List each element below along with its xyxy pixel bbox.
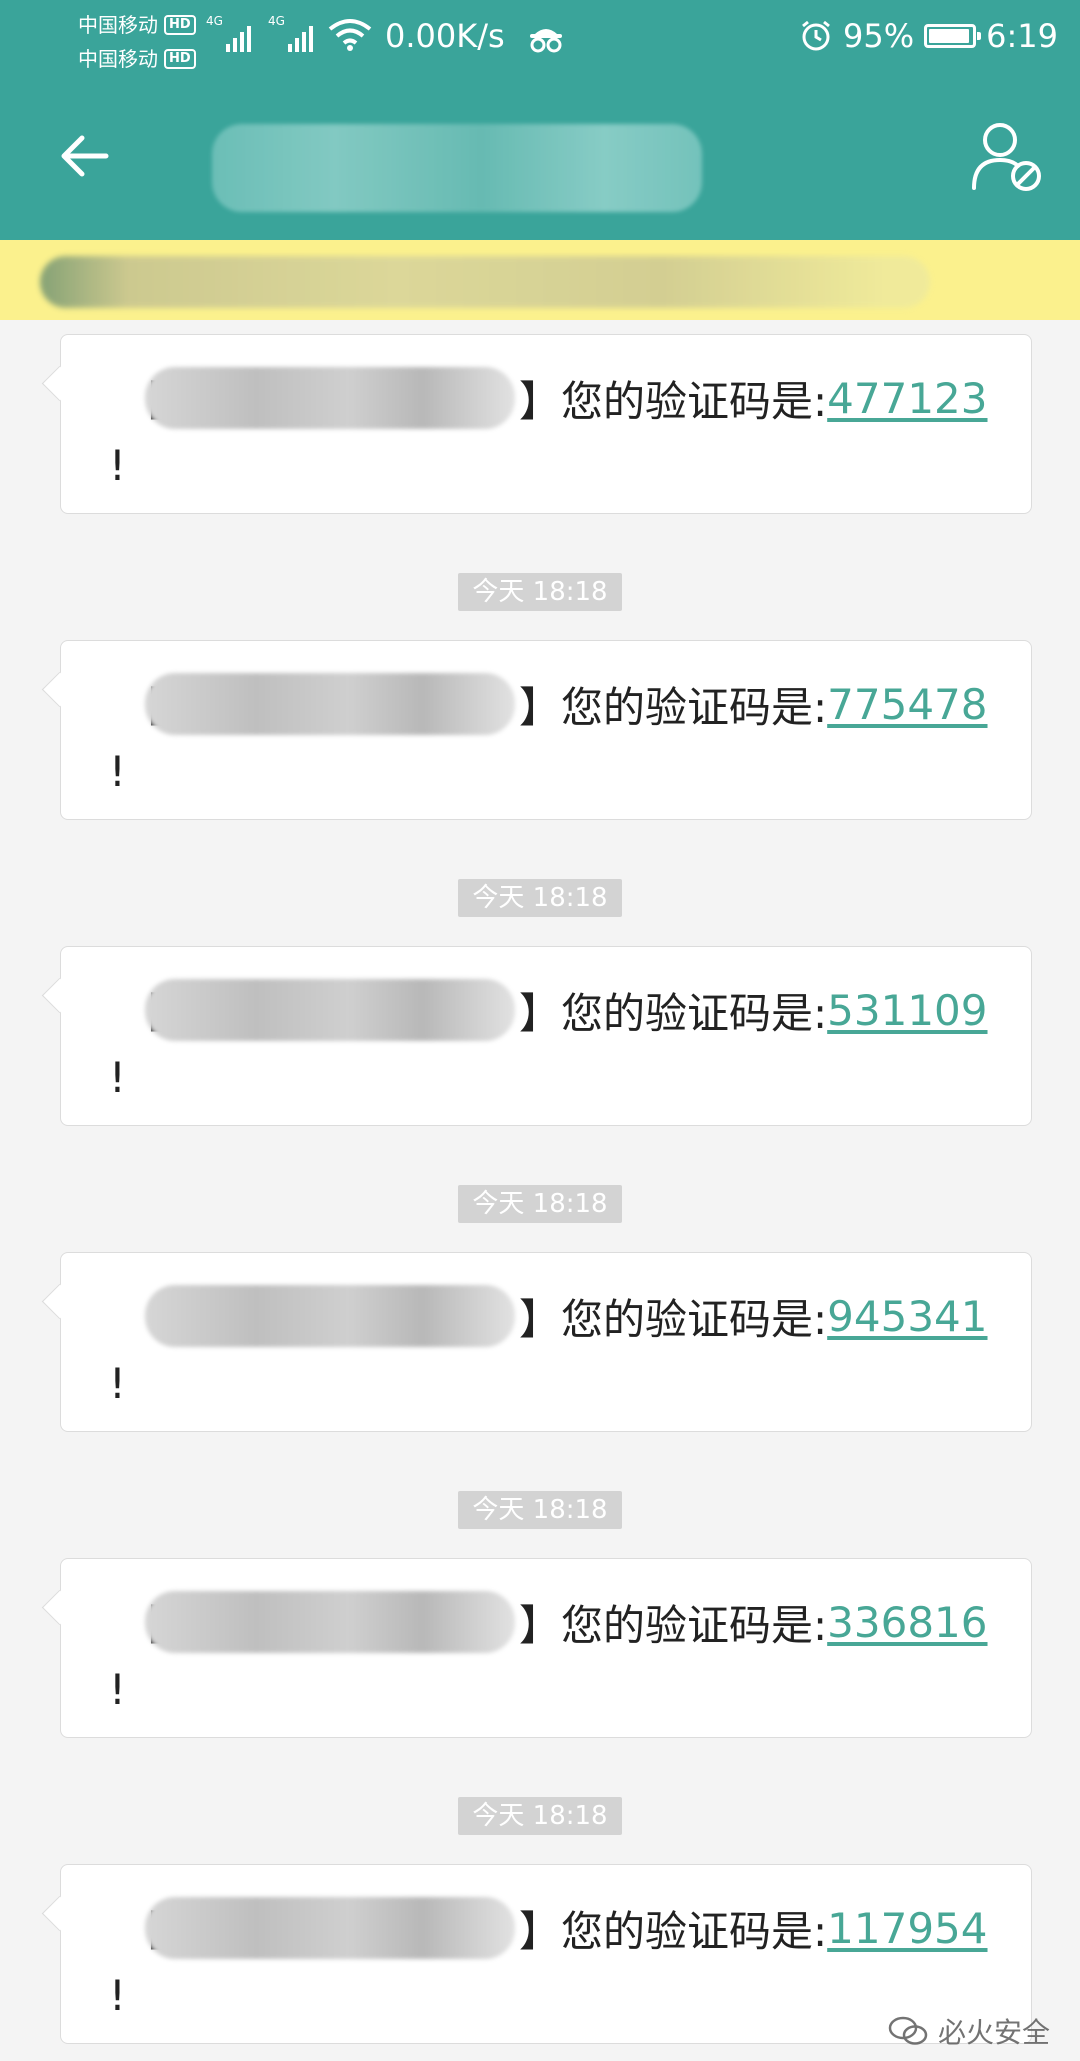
message-text: 【】您的验证码是: 117954 <box>123 1897 988 1959</box>
conversation-title-redacted <box>212 124 702 212</box>
message-bubble[interactable]: 【】您的验证码是: 336816 ! <box>60 1558 1032 1738</box>
message-end: ! <box>109 1971 126 2020</box>
message-bubble[interactable]: 【】您的验证码是: 477123 ! <box>60 334 1032 514</box>
carrier-2: 中国移动 <box>78 47 158 71</box>
message-bubble[interactable]: 【】您的验证码是: 117954 ! <box>60 1864 1032 2044</box>
sender-redacted <box>145 673 515 735</box>
wifi-icon <box>328 19 372 51</box>
message-text: 【】您的验证码是: 775478 <box>123 673 988 735</box>
hd-badge: HD <box>164 15 196 35</box>
wechat-icon <box>888 2016 928 2045</box>
message-text: 】您的验证码是: 945341 <box>123 1285 988 1347</box>
message-bubble[interactable]: 】您的验证码是: 945341 ! <box>60 1252 1032 1432</box>
status-right: 95% 6:19 <box>799 14 1058 58</box>
message-end: ! <box>109 441 126 490</box>
notice-banner[interactable] <box>0 240 1080 320</box>
clock: 6:19 <box>986 17 1058 55</box>
timestamp: 今天 18:18 <box>458 1491 622 1529</box>
message-text: 【】您的验证码是: 336816 <box>123 1591 988 1653</box>
sender-redacted <box>145 979 515 1041</box>
verification-code-link[interactable]: 775478 <box>827 680 987 729</box>
timestamp: 今天 18:18 <box>458 879 622 917</box>
message-bubble[interactable]: 【】您的验证码是: 531109 ! <box>60 946 1032 1126</box>
network-speed: 0.00K/s <box>385 17 505 55</box>
verification-code-link[interactable]: 945341 <box>827 1292 987 1341</box>
timestamp: 今天 18:18 <box>458 1797 622 1835</box>
timestamp: 今天 18:18 <box>458 573 622 611</box>
sender-redacted <box>145 1897 515 1959</box>
sender-redacted <box>145 1285 515 1347</box>
battery-percent: 95% <box>843 17 915 55</box>
hd-badge: HD <box>164 49 196 69</box>
carrier-info: 中国移动 HD 中国移动 HD <box>78 8 196 76</box>
sender-redacted <box>145 1591 515 1653</box>
message-end: ! <box>109 1359 126 1408</box>
message-text: 【】您的验证码是: 477123 <box>123 367 988 429</box>
message-end: ! <box>109 747 126 796</box>
verification-code-link[interactable]: 477123 <box>827 374 987 423</box>
message-text: 【】您的验证码是: 531109 <box>123 979 988 1041</box>
verification-code-link[interactable]: 531109 <box>827 986 987 1035</box>
watermark: 必火安全 <box>888 2011 1050 2051</box>
incognito-icon <box>530 29 562 53</box>
message-end: ! <box>109 1053 126 1102</box>
message-bubble[interactable]: 【】您的验证码是: 775478 ! <box>60 640 1032 820</box>
back-arrow-icon[interactable] <box>56 126 116 186</box>
verification-code-link[interactable]: 336816 <box>827 1598 987 1647</box>
verification-code-link[interactable]: 117954 <box>827 1904 987 1953</box>
notice-text-redacted <box>40 256 930 308</box>
contact-blocked-icon[interactable] <box>968 118 1046 196</box>
signal-icon: 4G <box>206 14 251 52</box>
timestamp: 今天 18:18 <box>458 1185 622 1223</box>
carrier-1: 中国移动 <box>78 13 158 37</box>
battery-icon <box>924 24 982 48</box>
sender-redacted <box>145 367 515 429</box>
signal-icon: 4G <box>268 14 313 52</box>
watermark-text: 必火安全 <box>937 2016 1050 2049</box>
top-bar: 中国移动 HD 中国移动 HD 4G 4G 0.00K/s 95% 6:19 <box>0 0 1080 240</box>
alarm-icon <box>802 20 830 51</box>
message-end: ! <box>109 1665 126 1714</box>
